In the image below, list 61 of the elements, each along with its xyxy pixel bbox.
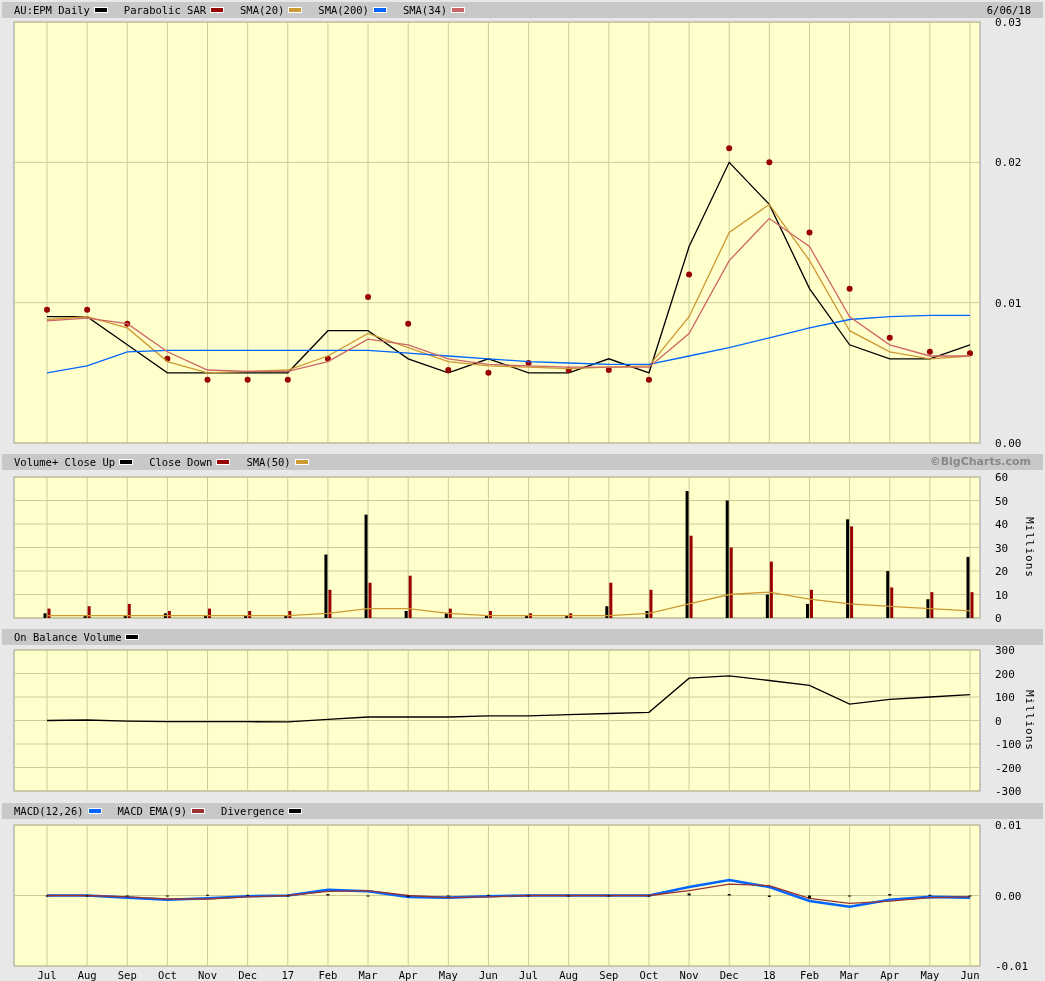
axis-label: Mar (358, 969, 378, 981)
axis-label: Jun (960, 969, 980, 981)
axis-label: Jun (478, 969, 498, 981)
axis-label: Dec (238, 969, 258, 981)
legend-label: Close Down (149, 455, 213, 470)
legend-label: MACD EMA(9) (117, 804, 188, 819)
axis-label: -0.01 (995, 960, 1029, 973)
axis-title: Millions (1023, 690, 1036, 751)
axis-label: Jul (519, 969, 539, 981)
axis-label: Aug (77, 969, 97, 981)
axis-label: 200 (995, 667, 1015, 681)
axis-label: 17 (281, 969, 295, 981)
axis-label: Mar (840, 969, 860, 981)
axis-label: Oct (157, 969, 177, 981)
axis-label: 0 (995, 714, 1002, 728)
axis-label: 0.00 (995, 889, 1022, 903)
axis-label: 0.01 (995, 296, 1022, 310)
axis-label: 40 (995, 518, 1009, 531)
axis-label: 0.02 (995, 156, 1022, 170)
axis-label: Feb (800, 969, 819, 981)
copyright-text: ©BigCharts.com (929, 454, 1031, 470)
axis-label: 0.03 (995, 18, 1022, 29)
legend-label: On Balance Volume (14, 630, 122, 645)
axis-label: 60 (995, 471, 1009, 484)
axis-label: May (920, 969, 940, 981)
legend-label: Parabolic SAR (123, 3, 207, 18)
axis-label: Sep (117, 969, 137, 981)
axis-label: 20 (995, 565, 1009, 578)
axis-title: Millions (1023, 517, 1036, 578)
axis-label: -300 (995, 785, 1022, 798)
legend-label: SMA(50) (246, 455, 291, 470)
axis-label: Apr (398, 969, 418, 981)
axis-label: 100 (995, 691, 1015, 704)
axis-label: 0.01 (995, 819, 1022, 832)
axis-label: Dec (719, 969, 739, 981)
axis-label: Feb (318, 969, 338, 981)
legend-label: SMA(20) (240, 3, 285, 18)
legend-label: SMA(200) (318, 3, 369, 18)
axis-label: 300 (995, 645, 1015, 657)
axis-label: Nov (198, 969, 217, 981)
axis-label: 10 (995, 588, 1009, 602)
legend-label: SMA(34) (402, 3, 448, 18)
axis-label: Nov (679, 969, 699, 981)
axis-label: 30 (995, 541, 1009, 555)
legend-label: Divergence (221, 804, 285, 819)
axis-label: 0 (995, 612, 1002, 625)
axis-label: Sep (599, 969, 619, 981)
legend-label: MACD(12,26) (14, 804, 84, 819)
legend-label: AU:EPM Daily (14, 3, 90, 18)
chart-date: 6/06/18 (986, 3, 1031, 18)
axis-label: -100 (995, 738, 1022, 751)
axis-label: Jul (37, 969, 57, 981)
axis-label: Apr (880, 969, 900, 981)
axis-label: 0.00 (995, 437, 1022, 450)
legend-label: Volume+ Close Up (14, 455, 116, 470)
axis-label: Oct (639, 969, 659, 981)
axis-label: -200 (995, 761, 1022, 775)
axis-label: 18 (763, 969, 776, 981)
axis-label: Aug (559, 969, 579, 981)
axis-label: May (438, 969, 458, 981)
axis-label: 50 (995, 494, 1009, 508)
